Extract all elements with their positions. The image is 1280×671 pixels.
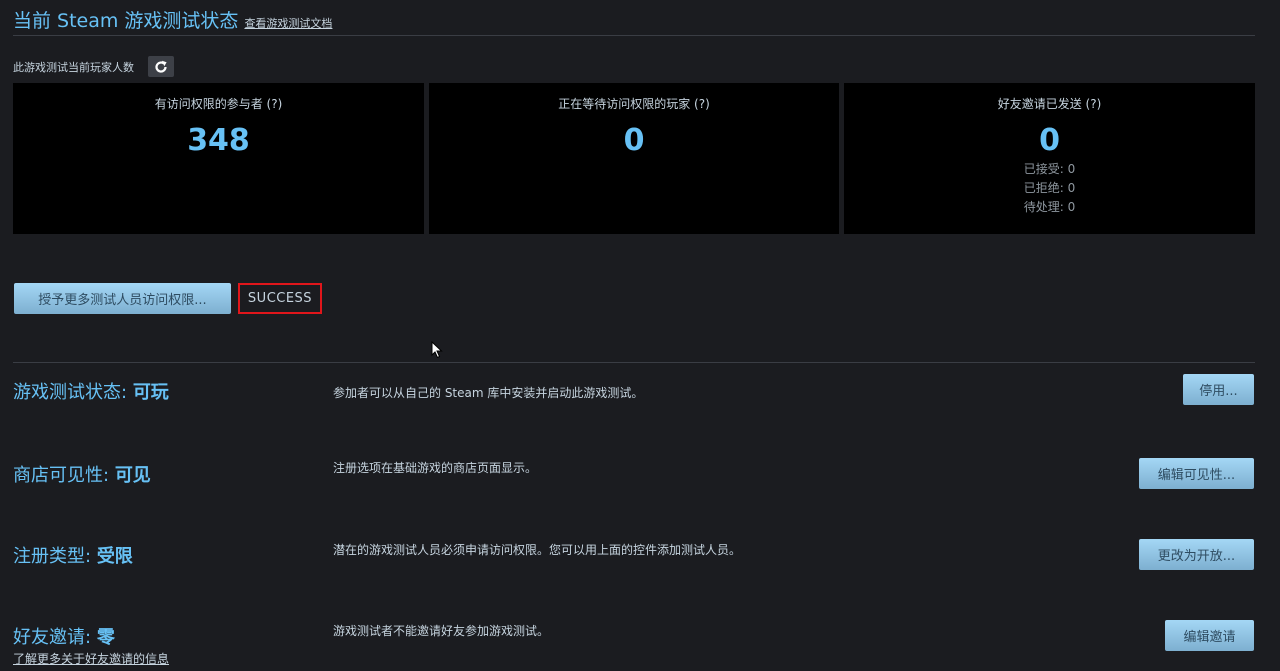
page-title: 当前 Steam 游戏测试状态 bbox=[13, 10, 239, 32]
store-visibility-title: 商店可见性: bbox=[13, 465, 110, 486]
signup-type-value: 受限 bbox=[96, 546, 133, 567]
friend-invites-description: 游戏测试者不能邀请好友参加游戏测试。 bbox=[333, 624, 550, 638]
playtest-state-value: 可玩 bbox=[132, 382, 169, 403]
participants-with-access-label: 有访问权限的参与者 (?) bbox=[154, 97, 283, 111]
store-visibility-heading: 商店可见性: 可见 bbox=[13, 461, 151, 487]
edit-visibility-button[interactable]: 编辑可见性... bbox=[1139, 458, 1254, 489]
change-to-open-button[interactable]: 更改为开放... bbox=[1139, 539, 1254, 570]
friend-invites-sent-value: 0 bbox=[1039, 123, 1060, 158]
grant-more-testers-button[interactable]: 授予更多测试人员访问权限... bbox=[14, 283, 231, 314]
friend-invites-sent-panel: 好友邀请已发送 (?) 0 已接受: 0 已拒绝: 0 待处理: 0 bbox=[844, 83, 1255, 234]
disable-button[interactable]: 停用... bbox=[1183, 374, 1254, 405]
friend-invites-title: 好友邀请: bbox=[13, 627, 92, 648]
playtest-status-page: 当前 Steam 游戏测试状态 查看游戏测试文档 此游戏测试当前玩家人数 有访问… bbox=[0, 0, 1280, 671]
page-header: 当前 Steam 游戏测试状态 查看游戏测试文档 bbox=[13, 6, 332, 33]
view-playtest-docs-link[interactable]: 查看游戏测试文档 bbox=[244, 15, 332, 31]
participants-with-access-panel: 有访问权限的参与者 (?) 348 bbox=[13, 83, 424, 234]
friend-invites-value: 零 bbox=[96, 627, 115, 648]
stats-panels: 有访问权限的参与者 (?) 348 正在等待访问权限的玩家 (?) 0 好友邀请… bbox=[13, 83, 1255, 234]
signup-type-description: 潜在的游戏测试人员必须申请访问权限。您可以用上面的控件添加测试人员。 bbox=[333, 543, 742, 557]
players-awaiting-access-label: 正在等待访问权限的玩家 (?) bbox=[558, 97, 710, 111]
players-awaiting-access-panel: 正在等待访问权限的玩家 (?) 0 bbox=[429, 83, 839, 234]
success-status-badge: SUCCESS bbox=[238, 283, 322, 314]
current-players-label: 此游戏测试当前玩家人数 bbox=[13, 60, 134, 74]
invites-declined: 已拒绝: 0 bbox=[1023, 181, 1076, 195]
edit-invites-button[interactable]: 编辑邀请 bbox=[1165, 620, 1254, 651]
refresh-button[interactable] bbox=[148, 56, 174, 77]
invites-pending: 待处理: 0 bbox=[1023, 200, 1076, 214]
store-visibility-value: 可见 bbox=[114, 465, 151, 486]
friend-invites-breakdown: 已接受: 0 已拒绝: 0 待处理: 0 bbox=[844, 160, 1255, 217]
section-divider bbox=[13, 362, 1255, 363]
header-divider bbox=[13, 35, 1255, 36]
grant-access-row: 授予更多测试人员访问权限... SUCCESS bbox=[14, 283, 322, 314]
current-players-row: 此游戏测试当前玩家人数 bbox=[13, 56, 174, 77]
players-awaiting-access-value: 0 bbox=[623, 123, 645, 158]
signup-type-section: 注册类型: 受限 潜在的游戏测试人员必须申请访问权限。您可以用上面的控件添加测试… bbox=[13, 538, 1255, 572]
friend-invites-section: 好友邀请: 零 了解更多关于好友邀请的信息 游戏测试者不能邀请好友参加游戏测试。… bbox=[13, 619, 1255, 671]
invites-accepted: 已接受: 0 bbox=[1023, 162, 1076, 176]
playtest-state-heading: 游戏测试状态: 可玩 bbox=[13, 378, 169, 404]
store-visibility-description: 注册选项在基础游戏的商店页面显示。 bbox=[333, 461, 538, 475]
learn-more-friend-invites-link[interactable]: 了解更多关于好友邀请的信息 bbox=[13, 650, 169, 667]
signup-type-title: 注册类型: bbox=[13, 546, 92, 567]
playtest-state-description: 参加者可以从自己的 Steam 库中安装并启动此游戏测试。 bbox=[333, 386, 644, 400]
mouse-cursor-icon bbox=[431, 341, 443, 359]
playtest-state-section: 游戏测试状态: 可玩 参加者可以从自己的 Steam 库中安装并启动此游戏测试。… bbox=[13, 374, 1255, 408]
participants-with-access-value: 348 bbox=[187, 123, 250, 158]
store-visibility-section: 商店可见性: 可见 注册选项在基础游戏的商店页面显示。 编辑可见性... bbox=[13, 457, 1255, 491]
refresh-icon bbox=[155, 60, 167, 73]
signup-type-heading: 注册类型: 受限 bbox=[13, 542, 133, 568]
friend-invites-sent-label: 好友邀请已发送 (?) bbox=[997, 97, 1102, 111]
friend-invites-heading: 好友邀请: 零 bbox=[13, 623, 115, 649]
playtest-state-title: 游戏测试状态: bbox=[13, 382, 128, 403]
